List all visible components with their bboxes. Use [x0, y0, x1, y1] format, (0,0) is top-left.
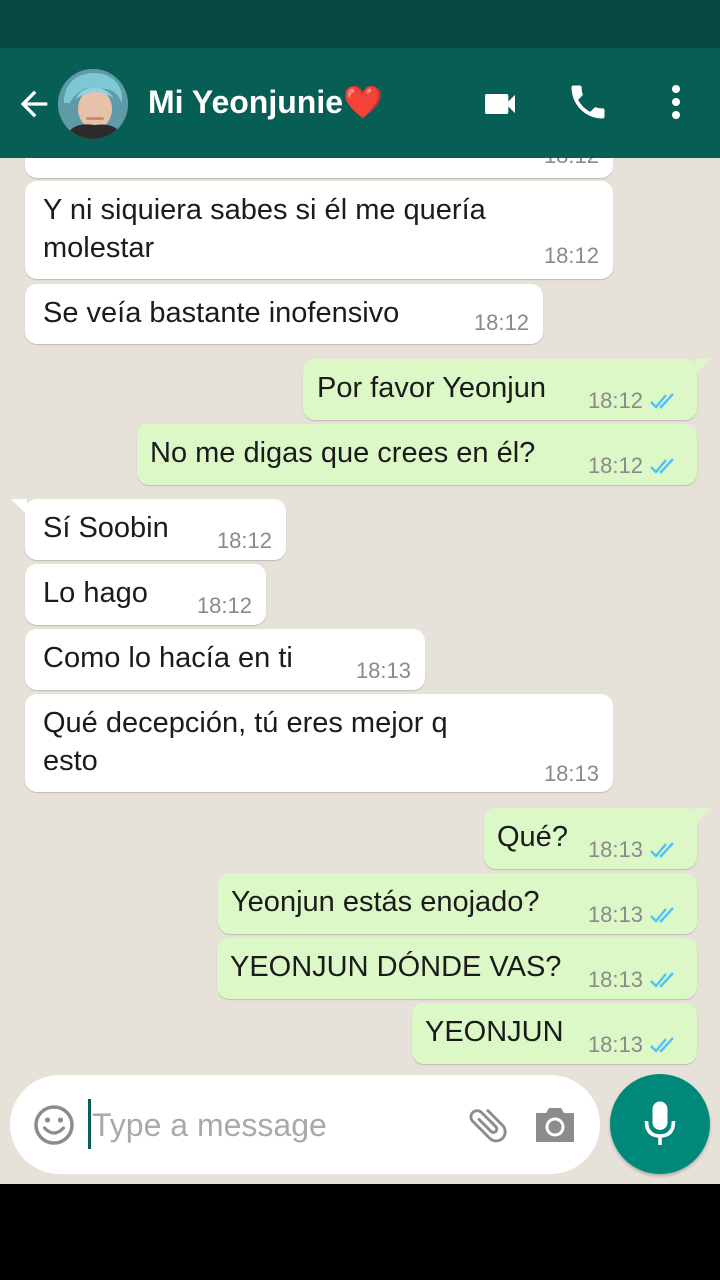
status-bar: [0, 0, 720, 48]
message-text: No me digas que crees en él?: [150, 437, 536, 469]
bubble-tail: [695, 808, 711, 824]
double-check-icon: [650, 907, 674, 923]
double-check-icon: [650, 393, 674, 409]
message-text: Yeonjun estás enojado?: [231, 886, 540, 918]
message-line: molestar: [43, 232, 155, 264]
message-text: YEONJUN: [425, 1016, 564, 1048]
voice-message-button[interactable]: [610, 1074, 710, 1174]
double-check-icon: [650, 1037, 674, 1053]
message-composer: [10, 1075, 600, 1174]
message-bubble[interactable]: Se veía bastante inofensivo 18:12: [25, 284, 543, 344]
more-vert-icon: [672, 85, 680, 119]
chat-area[interactable]: 18:12 Y ni siquiera sabes si él me querí…: [0, 158, 720, 1184]
contact-name-text: Mi Yeonjunie: [148, 84, 343, 120]
message-bubble[interactable]: Qué decepción, tú eres mejor q esto 18:13: [25, 694, 613, 792]
message-text: Qué decepción, tú eres mejor q esto: [43, 704, 448, 780]
message-text: Lo hago: [43, 577, 148, 609]
bubble-tail: [11, 499, 27, 515]
message-time: 18:13: [587, 837, 643, 862]
message-line: Y ni siquiera sabes si él me quería: [43, 194, 486, 226]
message-time: 18:12: [587, 453, 643, 478]
message-text: Por favor Yeonjun: [317, 372, 546, 404]
message-text: Y ni siquiera sabes si él me quería moles…: [43, 191, 486, 267]
message-bubble[interactable]: 18:12: [25, 158, 613, 178]
message-bubble[interactable]: Y ni siquiera sabes si él me quería moles…: [25, 181, 613, 279]
emoji-icon: [34, 1105, 74, 1145]
attach-icon: [469, 1108, 507, 1143]
emoji-button[interactable]: [32, 1103, 76, 1147]
message-bubble[interactable]: Como lo hacía en ti 18:13: [25, 629, 425, 690]
phone-icon: [571, 85, 605, 119]
message-bubble[interactable]: Lo hago 18:12: [25, 564, 266, 625]
message-bubble[interactable]: No me digas que crees en él? 18:12: [137, 424, 697, 485]
video-call-button[interactable]: [478, 84, 522, 124]
system-nav-bar: [0, 1184, 720, 1280]
double-check-icon: [650, 458, 674, 474]
back-button[interactable]: [14, 84, 54, 124]
double-check-icon: [650, 842, 674, 858]
message-time: 18:12: [216, 528, 272, 553]
message-text: Sí Soobin: [43, 512, 169, 544]
message-bubble[interactable]: Yeonjun estás enojado? 18:13: [218, 873, 697, 934]
message-bubble[interactable]: Por favor Yeonjun 18:12: [303, 359, 711, 420]
message-text: YEONJUN DÓNDE VAS?: [230, 951, 562, 983]
message-time: 18:13: [355, 658, 411, 683]
chat-header: Mi Yeonjunie❤️: [0, 48, 720, 158]
double-check-icon: [650, 972, 674, 988]
message-time: 18:13: [587, 1032, 643, 1057]
message-input[interactable]: [92, 1097, 452, 1153]
heart-emoji: ❤️: [343, 84, 383, 120]
message-time: 18:12: [543, 243, 599, 268]
message-bubble[interactable]: Sí Soobin 18:12: [11, 499, 286, 560]
contact-photo: [58, 69, 128, 139]
message-time: 18:13: [587, 967, 643, 992]
message-time: 18:12: [544, 158, 599, 168]
video-call-icon: [485, 94, 515, 114]
avatar[interactable]: [58, 69, 128, 139]
text-cursor: [88, 1099, 91, 1149]
message-time: 18:12: [587, 388, 643, 413]
message-bubble[interactable]: YEONJUN DÓNDE VAS? 18:13: [217, 938, 697, 999]
message-text: Se veía bastante inofensivo: [43, 297, 400, 329]
back-arrow-icon: [20, 90, 48, 118]
contact-name[interactable]: Mi Yeonjunie❤️: [148, 82, 383, 122]
mic-icon: [644, 1101, 676, 1145]
camera-button[interactable]: [532, 1105, 578, 1145]
message-time: 18:13: [543, 761, 599, 786]
more-options-button[interactable]: [658, 80, 694, 124]
message-time: 18:13: [587, 902, 643, 927]
message-line: Qué decepción, tú eres mejor q: [43, 707, 448, 739]
camera-icon: [536, 1108, 574, 1142]
attach-button[interactable]: [465, 1102, 511, 1148]
message-line: esto: [43, 745, 98, 777]
message-text: Como lo hacía en ti: [43, 642, 293, 674]
voice-call-button[interactable]: [566, 80, 610, 124]
message-text: Qué?: [497, 821, 568, 853]
message-bubble[interactable]: YEONJUN 18:13: [412, 1003, 697, 1064]
message-time: 18:12: [473, 310, 529, 335]
bubble-tail: [695, 359, 711, 375]
message-time: 18:12: [196, 593, 252, 618]
message-bubble[interactable]: Qué? 18:13: [484, 808, 711, 869]
